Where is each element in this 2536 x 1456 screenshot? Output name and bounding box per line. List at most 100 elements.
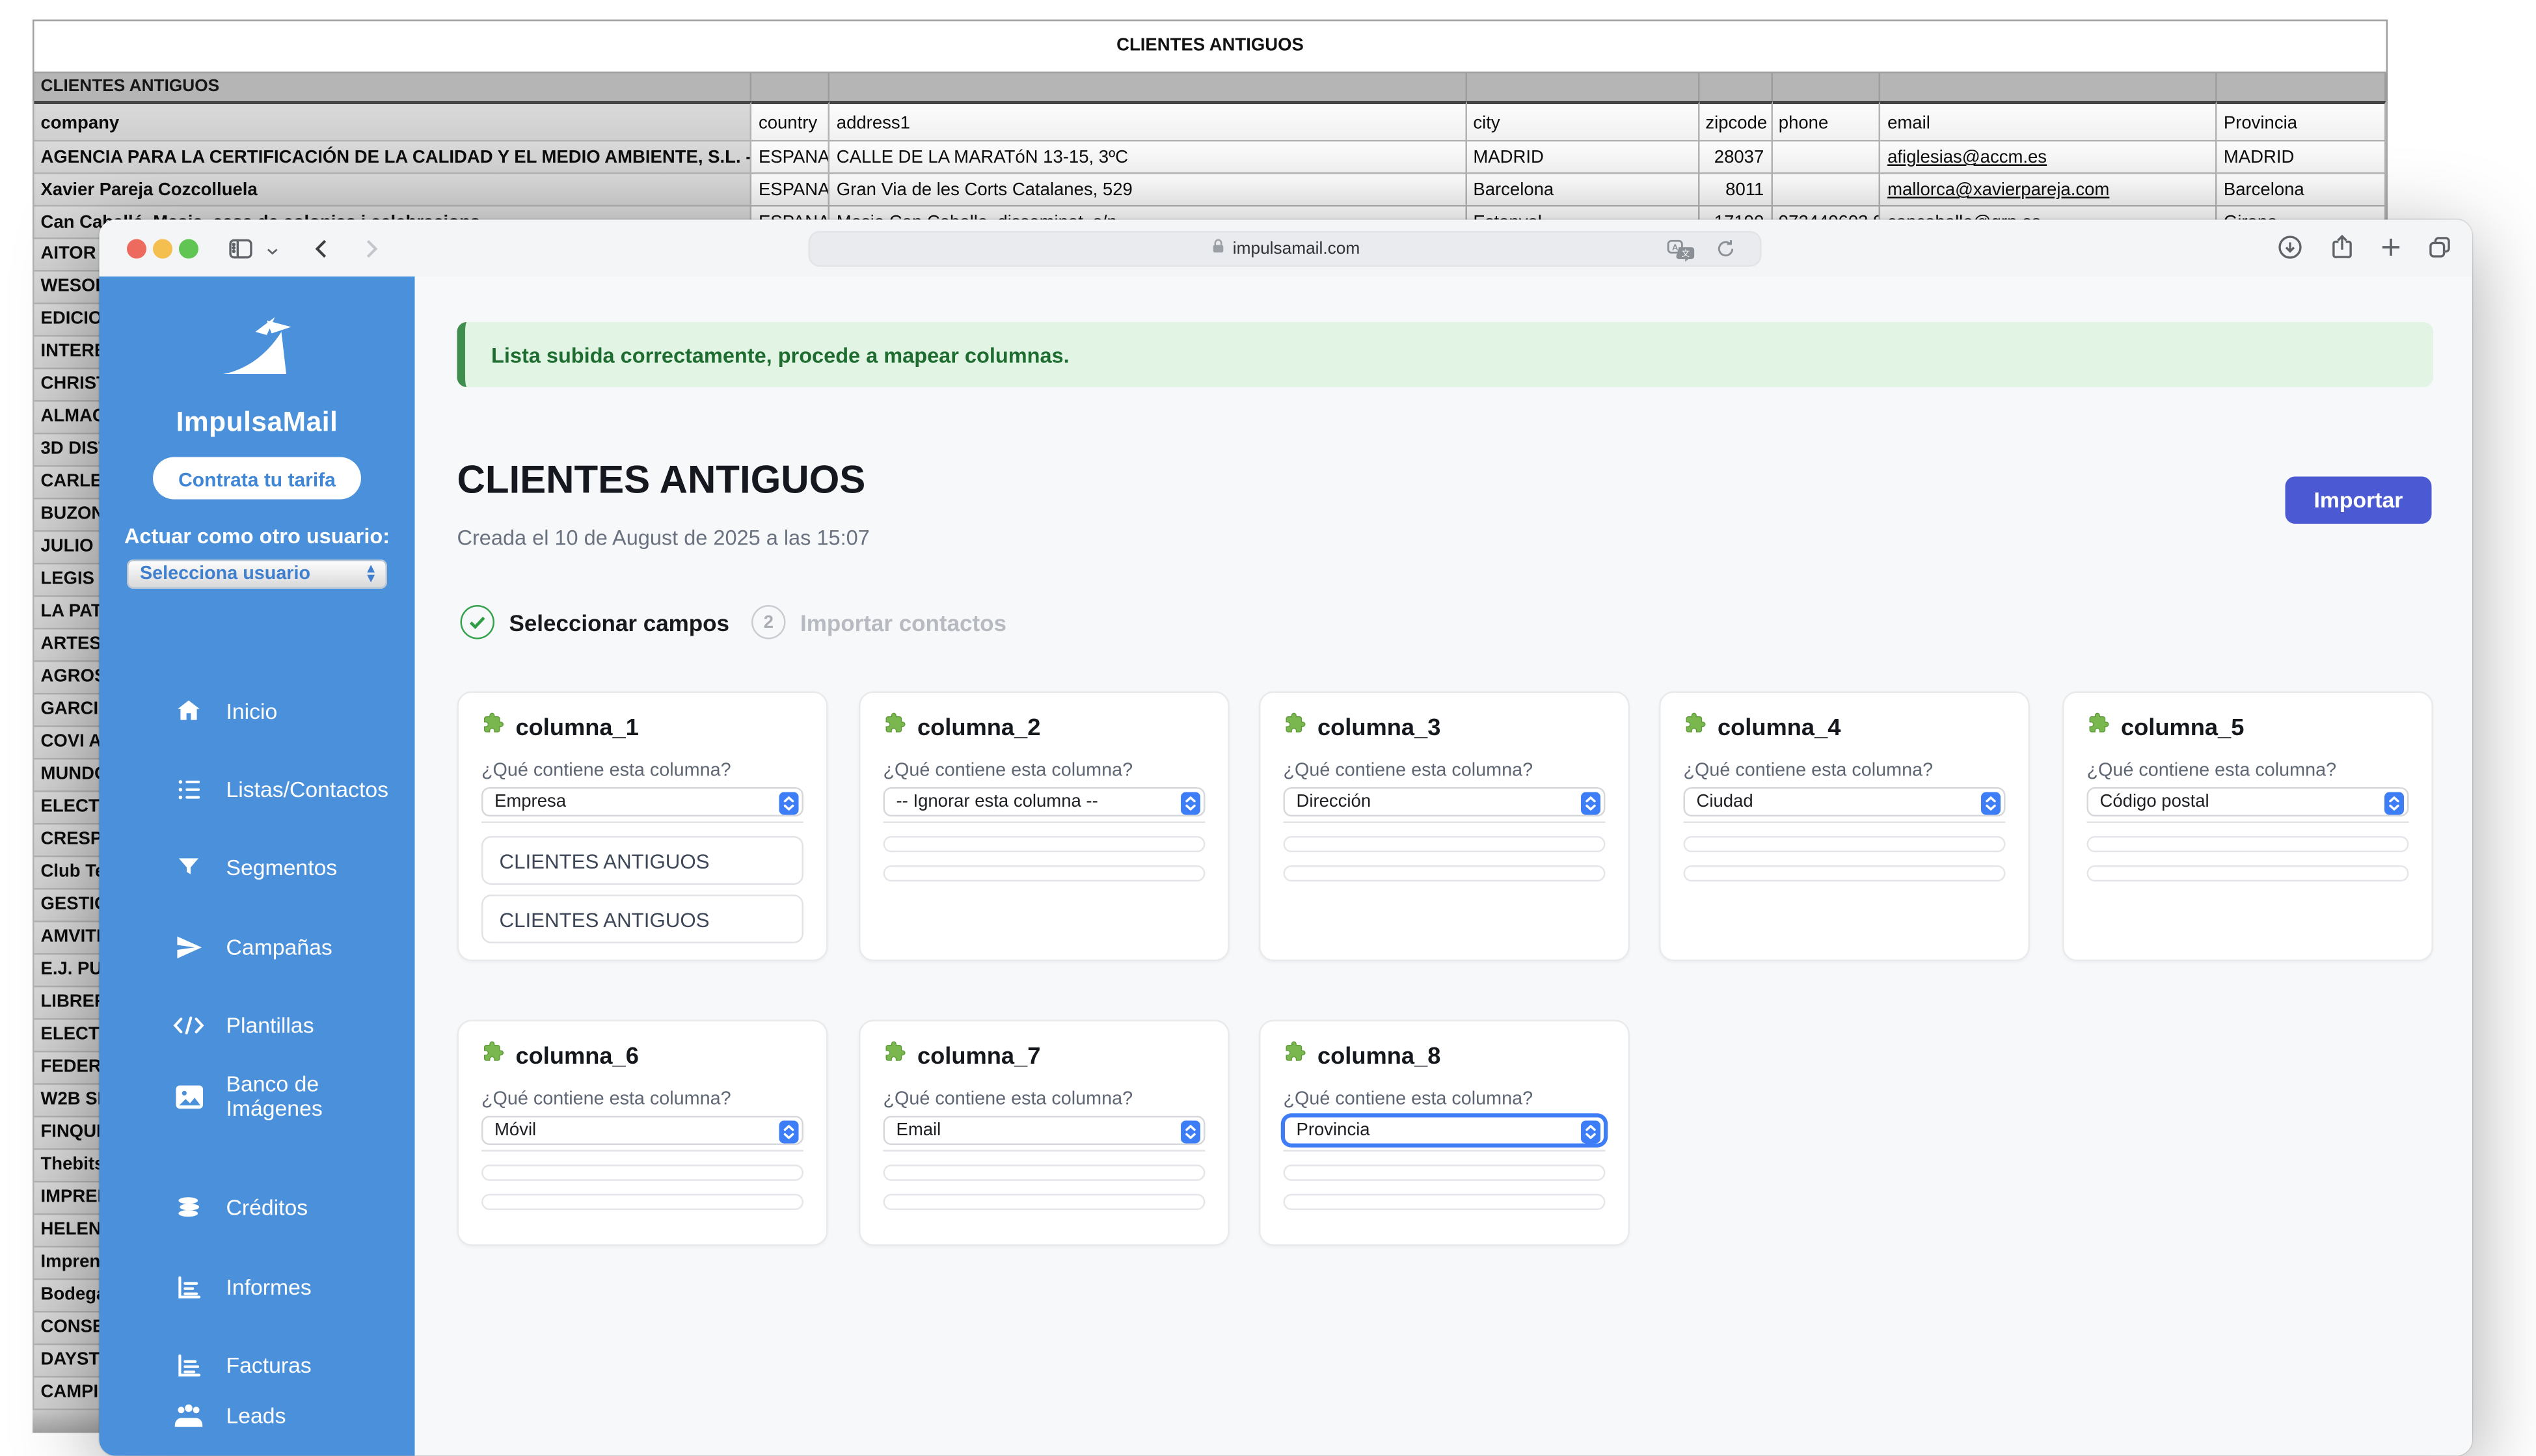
sheet-cell[interactable]: mallorca@xavierpareja.com [1881, 174, 2217, 207]
sidebar-item-leads[interactable]: Leads [100, 1388, 415, 1443]
banner-text: Lista subida correctamente, procede a ma… [491, 342, 1070, 367]
share-icon[interactable] [2328, 233, 2357, 271]
minimize-window-button[interactable] [153, 238, 172, 258]
card-column-name: columna_5 [2121, 715, 2244, 741]
mapping-card-columna_1: columna_1¿Qué contiene esta columna?Empr… [457, 692, 828, 962]
card-empty-sample [1284, 1165, 1606, 1181]
sheet-cell[interactable]: ESPANA [752, 174, 830, 207]
sheet-cell[interactable] [1772, 142, 1881, 174]
sheet-header-cell[interactable]: zipcode [1699, 101, 1772, 142]
card-field-select[interactable]: Código postal [2087, 787, 2409, 816]
sheet-header-cell[interactable]: address1 [830, 101, 1467, 142]
sidebar-item-inicio[interactable]: Inicio [100, 683, 415, 738]
sheet-header-cell[interactable]: phone [1772, 101, 1881, 142]
card-column-name: columna_4 [1718, 715, 1841, 741]
step2-label: Importar contactos [800, 610, 1006, 636]
sidebar-item-banco-de-im-genes[interactable]: Banco de Imágenes [100, 1069, 415, 1124]
card-question: ¿Qué contiene esta columna? [2087, 761, 2337, 781]
sheet-cell[interactable]: MADRID [2217, 142, 2386, 174]
sheet-band-cell [752, 74, 830, 101]
sidebar-item-segmentos[interactable]: Segmentos [100, 839, 415, 895]
card-field-select[interactable]: Dirección [1284, 787, 1606, 816]
card-divider [884, 1150, 1206, 1152]
contrata-tarifa-button[interactable]: Contrata tu tarifa [153, 457, 361, 500]
mapping-card-columna_6: columna_6¿Qué contiene esta columna?Móvi… [457, 1020, 828, 1247]
sheet-cell[interactable]: 8011 [1699, 174, 1772, 207]
translate-icon[interactable]: A文 [1667, 238, 1695, 269]
sheet-band-cell [830, 74, 1467, 101]
select-stepper-icon [1980, 792, 2000, 824]
card-header: columna_6 [480, 1040, 639, 1074]
select-stepper-icon [1180, 1121, 1200, 1152]
card-empty-sample [481, 1165, 803, 1181]
sheet-cell[interactable]: Barcelona [2217, 174, 2386, 207]
sheet-band-cell [2217, 74, 2386, 101]
sidebar-item-label: Listas/Contactos [226, 777, 389, 802]
sheet-cell[interactable]: Xavier Pareja Cozcolluela [34, 174, 752, 207]
card-field-select[interactable]: Empresa [481, 787, 803, 816]
sheet-cell[interactable]: 28037 [1699, 142, 1772, 174]
card-field-select[interactable]: Provincia [1284, 1116, 1606, 1145]
sheet-header-cell[interactable]: email [1881, 101, 2217, 142]
card-column-name: columna_8 [1317, 1044, 1440, 1070]
sidebar-item-label: Segmentos [226, 855, 338, 880]
card-divider [1284, 822, 1606, 824]
sidebar-toggle-icon[interactable] [226, 234, 256, 271]
sheet-band-cell [1466, 74, 1699, 101]
sheet-header-cell[interactable]: country [752, 101, 830, 142]
card-divider [1684, 822, 2006, 824]
sheet-cell[interactable]: AGENCIA PARA LA CERTIFICACIÓN DE LA CALI… [34, 142, 752, 174]
sheet-band-cell [1881, 74, 2217, 101]
sheet-cell[interactable]: afiglesias@accm.es [1881, 142, 2217, 174]
card-header: columna_1 [480, 711, 639, 746]
card-header: columna_5 [2085, 711, 2244, 746]
back-icon[interactable] [308, 234, 337, 271]
sidebar-item-informes[interactable]: Informes [100, 1259, 415, 1314]
sidebar-item-facturas[interactable]: Facturas [100, 1337, 415, 1392]
card-empty-sample [884, 836, 1206, 852]
card-field-select[interactable]: Ciudad [1684, 787, 2006, 816]
sheet-cell[interactable]: CALLE DE LA MARATóN 13-15, 3ºC [830, 142, 1467, 174]
success-banner: Lista subida correctamente, procede a ma… [457, 322, 2434, 387]
puzzle-icon [882, 1040, 908, 1074]
new-tab-icon[interactable] [2377, 233, 2406, 271]
sheet-header-cell[interactable]: company [34, 101, 752, 142]
forward-icon[interactable] [357, 234, 386, 271]
sidebar-item-label: Créditos [226, 1194, 308, 1219]
card-field-select[interactable]: -- Ignorar esta columna -- [884, 787, 1206, 816]
sheet-cell[interactable]: ESPANA [752, 142, 830, 174]
mapping-card-columna_7: columna_7¿Qué contiene esta columna?Emai… [859, 1020, 1230, 1247]
sidebar-item-label: Plantillas [226, 1012, 314, 1037]
coins-icon [172, 1191, 205, 1223]
svg-text:A: A [1672, 241, 1679, 251]
card-empty-sample [2087, 865, 2409, 882]
card-column-name: columna_2 [917, 715, 1040, 741]
sheet-row: AGENCIA PARA LA CERTIFICACIÓN DE LA CALI… [33, 142, 2388, 174]
user-select[interactable]: Selecciona usuario ▲▼ [127, 559, 387, 589]
sheet-cell[interactable] [1772, 174, 1881, 207]
sheet-cell[interactable]: MADRID [1466, 142, 1699, 174]
downloads-icon[interactable] [2276, 233, 2305, 271]
card-field-select[interactable]: Email [884, 1116, 1206, 1145]
sidebar-item-cr-ditos[interactable]: Créditos [100, 1180, 415, 1235]
zoom-window-button[interactable] [179, 238, 198, 258]
sheet-header-cell[interactable]: Provincia [2217, 101, 2386, 142]
card-column-name: columna_7 [917, 1044, 1040, 1070]
card-divider [481, 1150, 803, 1152]
tab-overview-icon[interactable] [2425, 233, 2455, 271]
sheet-header-cell[interactable]: city [1466, 101, 1699, 142]
reload-icon[interactable] [1714, 237, 1737, 269]
close-window-button[interactable] [127, 238, 146, 258]
card-field-select[interactable]: Móvil [481, 1116, 803, 1145]
sidebar-item-listas-contactos[interactable]: Listas/Contactos [100, 761, 415, 816]
sheet-cell[interactable]: Barcelona [1466, 174, 1699, 207]
importar-button[interactable]: Importar [2286, 477, 2432, 524]
sidebar-item-plantillas[interactable]: Plantillas [100, 997, 415, 1053]
puzzle-icon [1282, 1040, 1308, 1074]
chevron-down-icon[interactable] [263, 239, 282, 269]
lock-icon [1210, 237, 1226, 260]
sheet-cell[interactable]: Gran Via de les Corts Catalanes, 529 [830, 174, 1467, 207]
url-field[interactable]: impulsamail.com A文 [809, 230, 1762, 266]
card-header: columna_3 [1282, 711, 1440, 746]
sidebar-item-campa-as[interactable]: Campañas [100, 919, 415, 975]
